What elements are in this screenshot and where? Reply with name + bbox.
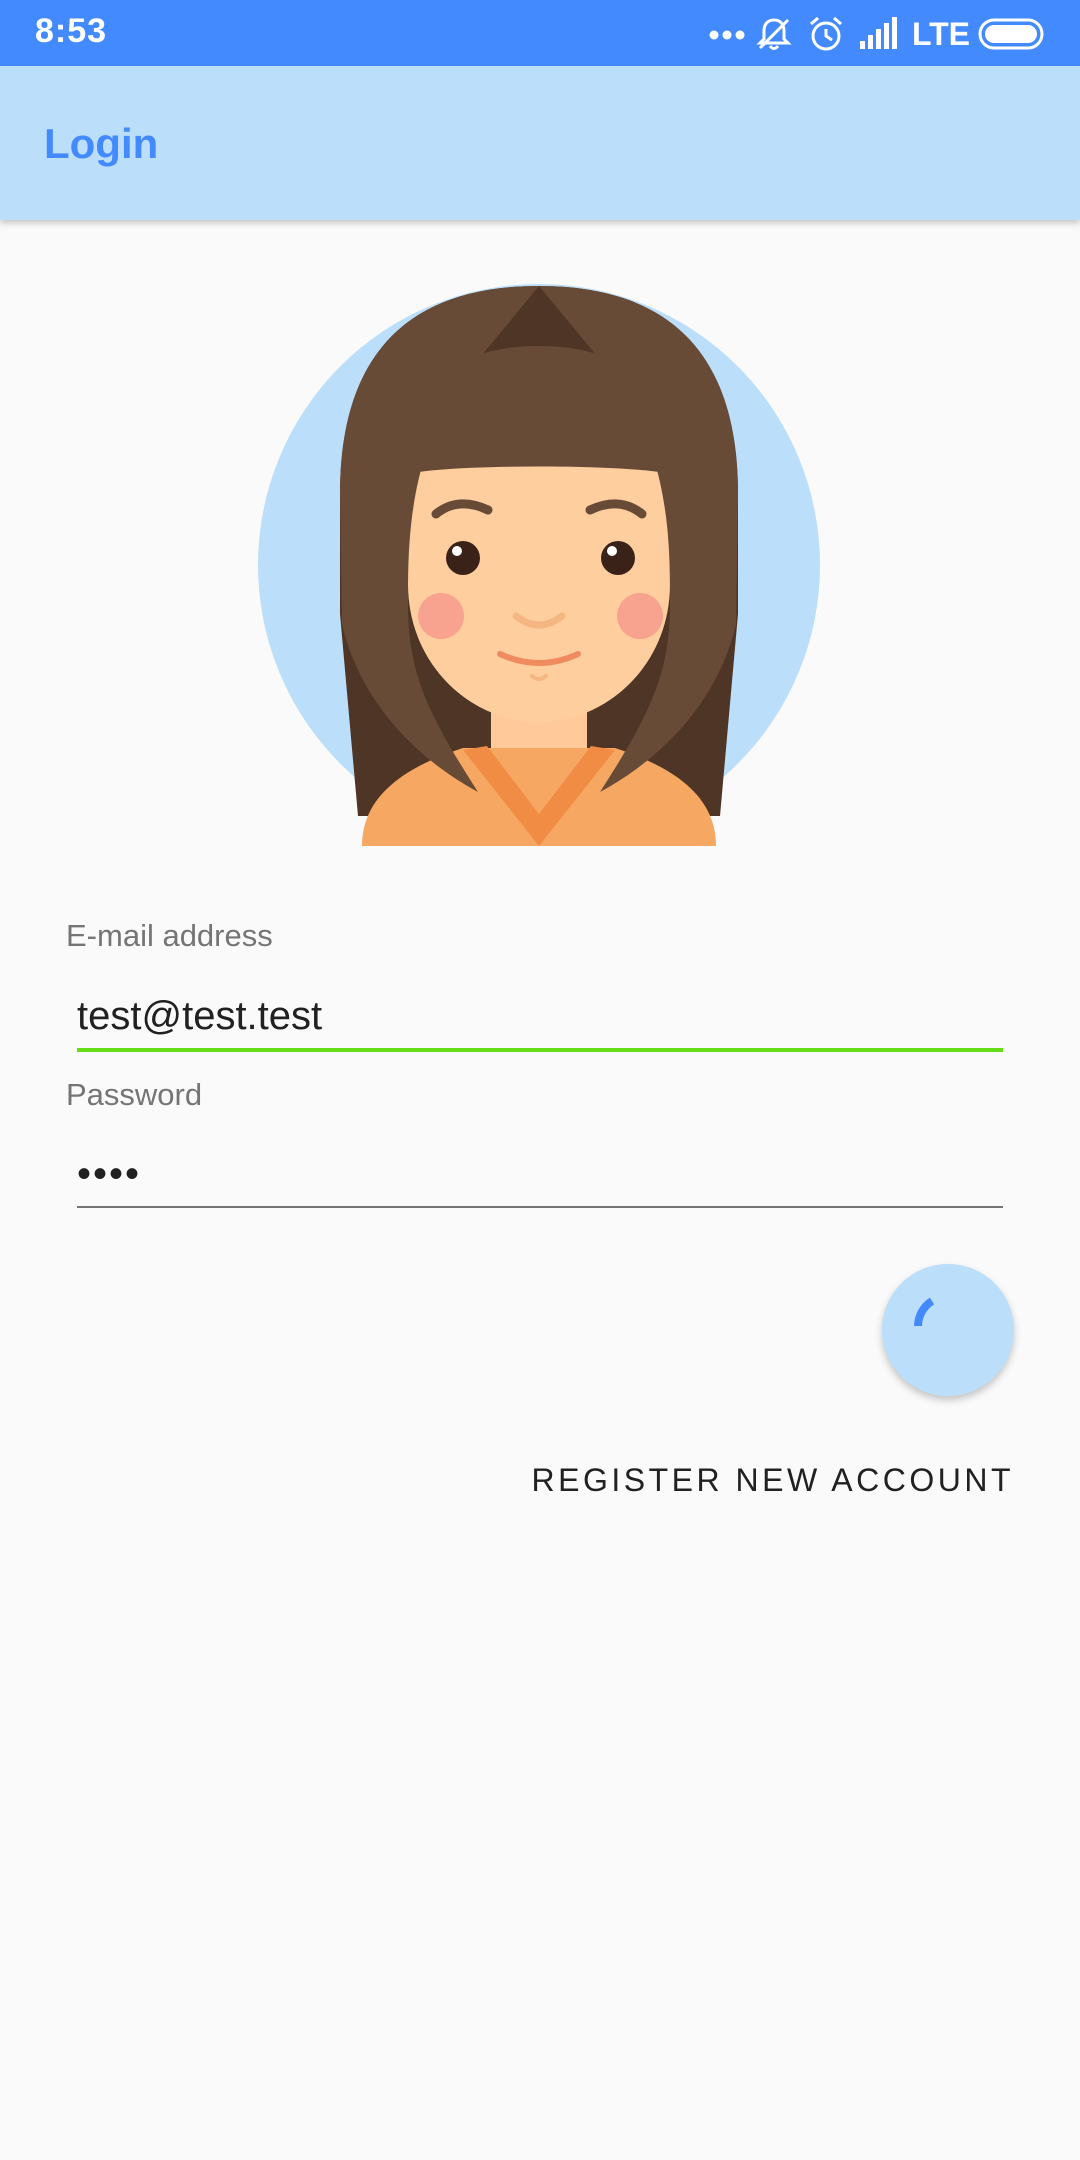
password-label: Password — [66, 1077, 203, 1112]
email-underline — [77, 1048, 1003, 1052]
progress-spinner-icon — [914, 1297, 935, 1327]
app-bar: Login — [0, 66, 1080, 220]
battery-icon — [978, 18, 1044, 50]
email-label: E-mail address — [66, 918, 273, 953]
avatar-eye-right — [601, 541, 635, 575]
register-new-account-button[interactable]: REGISTER NEW ACCOUNT — [532, 1462, 1014, 1499]
more-dots-icon — [709, 30, 745, 40]
avatar-cheek-left — [418, 593, 464, 639]
password-field[interactable] — [77, 1148, 1003, 1200]
status-time: 8:53 — [35, 12, 108, 50]
login-button[interactable] — [882, 1264, 1014, 1396]
password-underline — [77, 1206, 1003, 1208]
notifications-off-icon — [756, 18, 792, 50]
alarm-icon — [809, 16, 842, 51]
status-bar: 8:53 LTE — [0, 0, 1080, 66]
signal-icon — [859, 17, 897, 49]
avatar-cheek-right — [617, 593, 663, 639]
avatar — [258, 284, 820, 846]
network-type: LTE — [911, 15, 970, 52]
avatar-eye-left — [446, 541, 480, 575]
email-field[interactable] — [77, 990, 1003, 1042]
page-title: Login — [44, 120, 159, 167]
status-icons: LTE — [708, 12, 1048, 56]
